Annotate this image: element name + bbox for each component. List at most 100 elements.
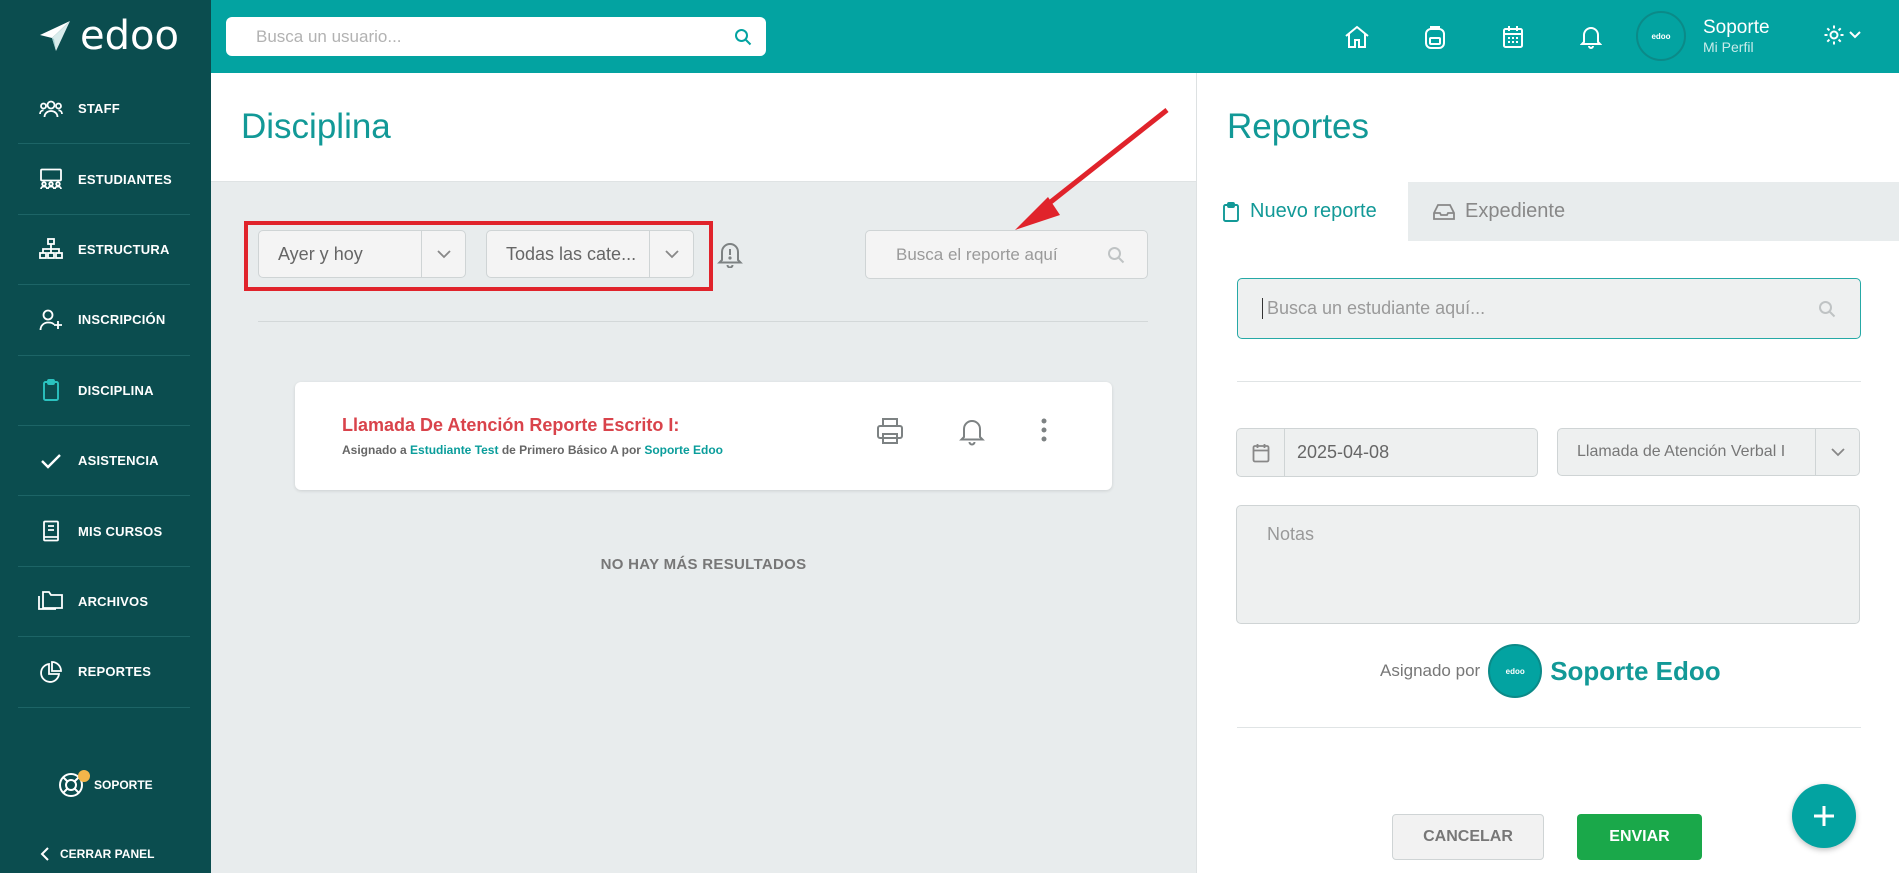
chevron-left-icon xyxy=(40,847,49,861)
send-button[interactable]: ENVIAR xyxy=(1577,814,1702,860)
sidebar-item-staff[interactable]: STAFF xyxy=(18,74,190,145)
search-icon[interactable] xyxy=(734,28,752,46)
classroom-icon xyxy=(38,166,64,192)
users-icon xyxy=(38,96,64,122)
panel-title: Reportes xyxy=(1227,107,1370,146)
profile-link[interactable]: Mi Perfil xyxy=(1703,39,1754,55)
pie-chart-icon xyxy=(38,659,64,685)
sidebar-item-label: DISCIPLINA xyxy=(78,382,154,398)
assigned-by: Asignado por edoo Soporte Edoo xyxy=(1380,644,1721,698)
sidebar-item-inscripcion[interactable]: INSCRIPCIÓN xyxy=(18,285,190,356)
tab-label: Nuevo reporte xyxy=(1250,200,1377,222)
category-filter-value: Todas las cate... xyxy=(506,243,637,264)
user-search xyxy=(226,17,766,56)
sidebar-item-estudiantes[interactable]: ESTUDIANTES xyxy=(18,144,190,215)
divider xyxy=(1237,381,1861,382)
page-title: Disciplina xyxy=(241,107,391,146)
author-link[interactable]: Soporte Edoo xyxy=(644,443,723,457)
top-bar: edoo Soporte Mi Perfil xyxy=(211,0,1899,73)
edoo-logo[interactable]: edoo xyxy=(38,16,179,56)
student-search xyxy=(1237,278,1861,339)
reportes-panel: Reportes Nuevo reporte Expediente Llamad… xyxy=(1196,73,1899,873)
sidebar-item-reportes[interactable]: REPORTES xyxy=(18,637,190,708)
bell-icon[interactable] xyxy=(959,416,985,446)
close-panel-button[interactable]: CERRAR PANEL xyxy=(40,846,154,862)
settings-menu[interactable] xyxy=(1823,24,1861,46)
user-plus-icon xyxy=(38,307,64,333)
chevron-down-icon xyxy=(649,231,693,277)
top-nav-icons xyxy=(1318,22,1630,52)
sidebar-item-disciplina[interactable]: DISCIPLINA xyxy=(18,356,190,426)
divider xyxy=(1237,727,1861,728)
no-more-results: NO HAY MÁS RESULTADOS xyxy=(600,556,807,573)
sidebar: edoo STAFF ESTUDIANTES ESTRUCTURA INSCRI… xyxy=(0,0,211,873)
check-icon xyxy=(38,448,64,474)
sidebar-item-label: ESTUDIANTES xyxy=(78,171,172,187)
notes-textarea[interactable] xyxy=(1236,505,1860,624)
sidebar-item-label: STAFF xyxy=(78,101,120,117)
tab-label: Expediente xyxy=(1465,200,1566,222)
sidebar-item-archivos[interactable]: ARCHIVOS xyxy=(18,567,190,638)
report-title[interactable]: Llamada De Atención Reporte Escrito I: xyxy=(342,415,679,436)
sidebar-item-estructura[interactable]: ESTRUCTURA xyxy=(18,215,190,286)
clipboard-icon xyxy=(38,377,64,403)
sidebar-item-label: MIS CURSOS xyxy=(78,523,163,539)
sidebar-item-mis-cursos[interactable]: MIS CURSOS xyxy=(18,496,190,567)
calendar-icon[interactable] xyxy=(1237,429,1285,476)
report-tabs: Nuevo reporte Expediente xyxy=(1197,182,1899,241)
date-input[interactable] xyxy=(1285,429,1537,476)
avatar: edoo xyxy=(1488,644,1543,698)
user-search-input[interactable] xyxy=(256,26,734,47)
brand-name: edoo xyxy=(80,13,179,59)
divider xyxy=(258,321,1148,322)
avatar-text: edoo xyxy=(1505,666,1525,676)
report-search xyxy=(865,230,1148,279)
hierarchy-icon xyxy=(38,236,64,262)
student-search-input[interactable] xyxy=(1262,298,1818,319)
search-icon[interactable] xyxy=(1818,300,1836,318)
sidebar-item-label: REPORTES xyxy=(78,664,152,680)
time-filter-select[interactable]: Ayer y hoy xyxy=(258,230,466,278)
search-icon[interactable] xyxy=(1107,246,1125,264)
gear-icon xyxy=(1824,25,1844,45)
chevron-down-icon xyxy=(421,231,465,277)
notification-dot xyxy=(78,770,90,782)
bell-alert-icon[interactable] xyxy=(717,240,743,268)
report-type-select[interactable]: Llamada de Atención Verbal I xyxy=(1557,428,1860,476)
bell-icon[interactable] xyxy=(1552,22,1630,52)
plus-icon xyxy=(1814,806,1834,826)
calendar-icon[interactable] xyxy=(1474,22,1552,52)
chevron-down-icon xyxy=(1849,31,1861,39)
sidebar-item-label: ASISTENCIA xyxy=(78,453,159,469)
student-link[interactable]: Estudiante Test xyxy=(410,443,498,457)
report-type-value: Llamada de Atención Verbal I xyxy=(1577,443,1786,460)
sidebar-nav: STAFF ESTUDIANTES ESTRUCTURA INSCRIPCIÓN… xyxy=(18,74,190,708)
tab-nuevo-reporte[interactable]: Nuevo reporte xyxy=(1197,182,1408,241)
sidebar-item-asistencia[interactable]: ASISTENCIA xyxy=(18,426,190,497)
category-filter-select[interactable]: Todas las cate... xyxy=(486,230,694,278)
printer-icon[interactable] xyxy=(875,416,905,446)
sidebar-item-label: ARCHIVOS xyxy=(78,593,149,609)
report-search-input[interactable] xyxy=(896,244,1107,265)
cancel-button[interactable]: CANCELAR xyxy=(1392,814,1544,860)
support-button[interactable]: SOPORTE xyxy=(58,770,153,798)
avatar[interactable]: edoo xyxy=(1636,11,1686,61)
avatar-text: edoo xyxy=(1651,31,1671,41)
home-icon[interactable] xyxy=(1318,22,1396,52)
assigned-label: Asignado por xyxy=(1380,661,1481,680)
support-label: SOPORTE xyxy=(94,778,153,792)
more-options-icon[interactable] xyxy=(1039,416,1049,444)
paper-plane-icon xyxy=(40,21,70,51)
folders-icon xyxy=(38,588,64,614)
clipboard-icon xyxy=(1223,201,1239,222)
tab-expediente[interactable]: Expediente xyxy=(1408,182,1590,241)
chevron-down-icon xyxy=(1815,429,1859,475)
sidebar-item-label: ESTRUCTURA xyxy=(78,241,170,257)
backpack-icon[interactable] xyxy=(1396,22,1474,52)
report-subtitle: Asignado a Estudiante Test de Primero Bá… xyxy=(342,443,723,457)
add-button[interactable] xyxy=(1792,784,1856,848)
time-filter-value: Ayer y hoy xyxy=(278,243,363,264)
assigned-name: Soporte Edoo xyxy=(1550,655,1721,686)
user-name: Soporte xyxy=(1703,17,1770,38)
report-card[interactable]: Llamada De Atención Reporte Escrito I: A… xyxy=(295,382,1112,490)
